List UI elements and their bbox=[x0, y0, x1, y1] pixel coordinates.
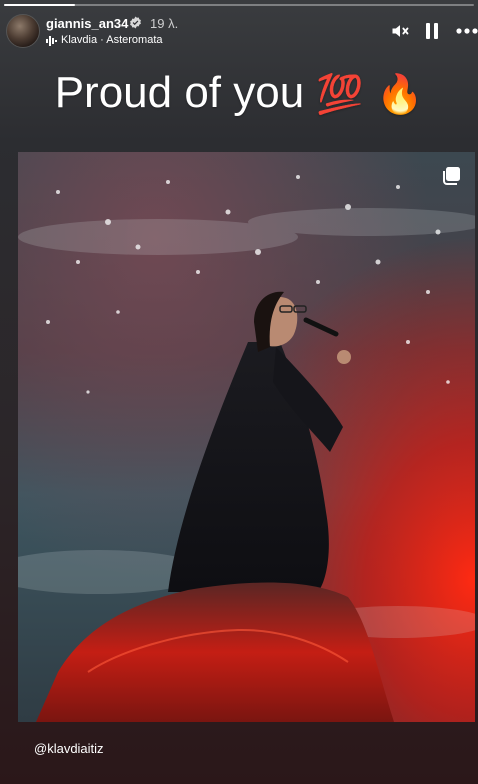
fire-emoji: 🔥 bbox=[375, 74, 424, 116]
carousel-multiple-icon bbox=[443, 167, 460, 185]
username[interactable]: giannis_an34 bbox=[46, 16, 128, 31]
avatar[interactable] bbox=[6, 14, 40, 48]
music-bars-icon bbox=[46, 36, 57, 46]
verified-icon bbox=[130, 16, 141, 29]
shared-post-image[interactable] bbox=[18, 152, 475, 722]
hundred-points-emoji: 💯 bbox=[316, 74, 364, 116]
story-caption: Proud of you 💯 🔥 bbox=[0, 68, 478, 118]
caption-text: Proud of you bbox=[54, 68, 305, 117]
story-progress-fill bbox=[4, 4, 75, 6]
story-progress-track bbox=[4, 4, 474, 6]
post-time: 19 λ. bbox=[150, 16, 179, 31]
volume-muted-icon[interactable] bbox=[390, 21, 410, 41]
story-header: giannis_an34 19 λ. Klavdia · Asteromata bbox=[0, 8, 478, 52]
performer-on-stage-photo bbox=[18, 152, 475, 722]
mention-tag[interactable]: @klavdiaitiz bbox=[34, 741, 104, 756]
more-options-icon[interactable] bbox=[456, 28, 478, 34]
music-label[interactable]: Klavdia · Asteromata bbox=[61, 34, 163, 46]
pause-icon[interactable] bbox=[424, 22, 440, 40]
